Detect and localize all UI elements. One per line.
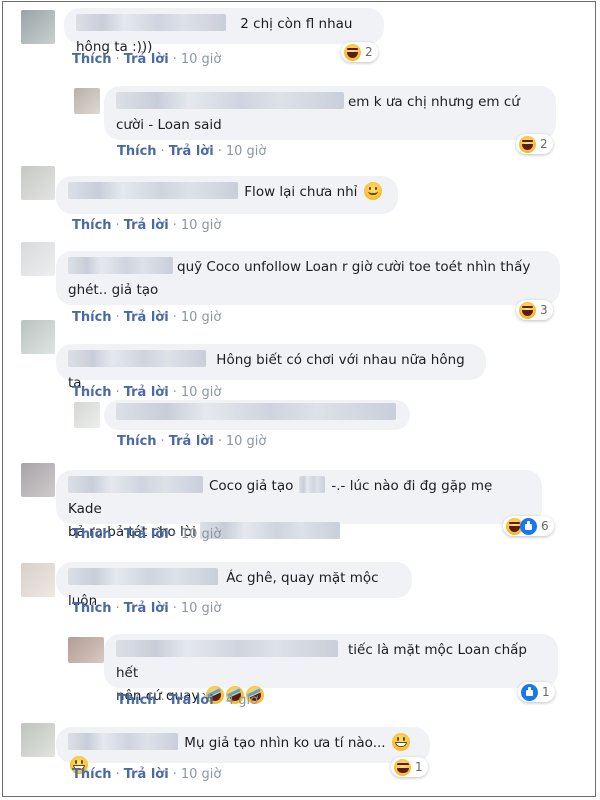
redacted-username xyxy=(116,92,344,109)
comment-text-line1: quỹ Coco unfollow Loan r giờ cười toe to… xyxy=(177,259,531,275)
reaction-count: 6 xyxy=(541,519,549,533)
like-link[interactable]: Thích xyxy=(117,434,157,449)
comment-bubble: Hông biết có chơi với nhau nữa hông ta xyxy=(56,344,486,391)
redacted-text xyxy=(299,476,326,493)
avatar[interactable] xyxy=(21,723,55,757)
reply-link[interactable]: Trả lời xyxy=(124,527,169,542)
comment-bubble: Ác ghê, quay mặt mộc luôn xyxy=(56,562,412,609)
comment-bubble: quỹ Coco unfollow Loan r giờ cười toe to… xyxy=(56,251,560,305)
avatar[interactable] xyxy=(74,402,100,428)
haha-icon xyxy=(344,43,361,61)
haha-icon xyxy=(394,758,411,776)
like-link[interactable]: Thích xyxy=(72,310,112,325)
comment-text-line2: ghét.. giả tạo xyxy=(68,282,159,298)
timestamp[interactable]: 10 giờ xyxy=(181,385,222,400)
reply-link[interactable]: Trả lời xyxy=(124,218,169,233)
avatar[interactable] xyxy=(21,320,55,354)
comment-bubble: Coco giả tạo -.- lúc nào đi đg gặp mẹ Kad… xyxy=(56,470,542,540)
comment-text: Mụ giả tạo nhìn ko ưa tí nào... xyxy=(184,735,386,751)
avatar[interactable] xyxy=(21,563,55,597)
like-link[interactable]: Thích xyxy=(72,601,112,616)
reaction-summary[interactable]: 2 xyxy=(341,42,378,62)
reaction-summary[interactable]: 1 xyxy=(518,682,555,702)
redacted-username xyxy=(68,182,238,199)
reply-link[interactable]: Trả lời xyxy=(124,310,169,325)
comment-text-line1: Coco giả tạo xyxy=(209,478,294,494)
comment-bubble: Mụ giả tạo nhìn ko ưa tí nào... xyxy=(56,727,430,774)
comment-actions: Thích · Trả lời · 10 giờ xyxy=(72,310,222,325)
comment-text-line1: em k ưa chị nhưng em cứ xyxy=(348,94,520,110)
reaction-count: 3 xyxy=(540,303,548,317)
reply-link[interactable]: Trả lời xyxy=(124,767,169,782)
reply-link[interactable]: Trả lời xyxy=(124,52,169,67)
smiling-face-icon xyxy=(363,182,382,200)
grinning-face-icon xyxy=(391,733,410,751)
timestamp[interactable]: 10 giờ xyxy=(226,434,267,449)
redacted-username xyxy=(68,568,218,585)
comment-actions: Thích · Trả lời · 10 giờ xyxy=(72,52,222,67)
redacted-comment xyxy=(116,403,396,420)
comment-bubble: tiếc là mặt mộc Loan chấp hết nên cứ qua… xyxy=(104,634,558,707)
timestamp[interactable]: 10 giờ xyxy=(181,601,222,616)
like-link[interactable]: Thích xyxy=(72,385,112,400)
haha-icon xyxy=(519,301,536,319)
redacted-username xyxy=(116,640,338,657)
comment-bubble: em k ưa chị nhưng em cứ cười - Loan said xyxy=(104,86,556,140)
reaction-summary[interactable]: 3 xyxy=(516,300,553,320)
reaction-count: 1 xyxy=(542,685,550,699)
redacted-username xyxy=(68,476,203,493)
reaction-summary[interactable]: 6 xyxy=(503,516,554,536)
comment-bubble: Flow lại chưa nhỉ xyxy=(56,176,398,214)
comment-actions: Thích · Trả lời · 10 giờ xyxy=(117,144,267,159)
like-link[interactable]: Thích xyxy=(72,527,112,542)
redacted-username xyxy=(68,257,173,274)
like-link[interactable]: Thích xyxy=(117,693,157,708)
timestamp[interactable]: 10 giờ xyxy=(181,767,222,782)
reaction-count: 2 xyxy=(540,137,548,151)
comment-actions: Thích · Trả lời · 10 giờ xyxy=(72,601,222,616)
reply-link[interactable]: Trả lời xyxy=(169,434,214,449)
like-link[interactable]: Thích xyxy=(72,218,112,233)
like-icon xyxy=(521,683,538,701)
avatar[interactable] xyxy=(68,637,104,663)
comment-text-line2: cười - Loan said xyxy=(116,117,222,133)
comment-bubble: 2 chị còn fl nhau hông ta :))) xyxy=(64,8,384,55)
reaction-count: 2 xyxy=(365,45,373,59)
avatar[interactable] xyxy=(21,242,55,276)
avatar[interactable] xyxy=(21,166,55,200)
like-link[interactable]: Thích xyxy=(117,144,157,159)
timestamp[interactable]: 10 giờ xyxy=(181,218,222,233)
like-link[interactable]: Thích xyxy=(72,52,112,67)
comment-actions: Thích · Trả lời · 10 giờ xyxy=(72,767,222,782)
comment-text: Flow lại chưa nhỉ xyxy=(244,184,358,200)
reply-link[interactable]: Trả lời xyxy=(124,601,169,616)
avatar[interactable] xyxy=(74,88,100,114)
redacted-username xyxy=(68,733,178,750)
reply-link[interactable]: Trả lời xyxy=(169,693,214,708)
timestamp[interactable]: 10 giờ xyxy=(181,52,222,67)
reaction-summary[interactable]: 1 xyxy=(391,757,428,777)
comment-actions: Thích · Trả lời · 10 giờ xyxy=(72,527,222,542)
comment-actions: Thích · Trả lời · 4 giờ xyxy=(117,693,259,708)
reaction-summary[interactable]: 2 xyxy=(516,134,553,154)
avatar[interactable] xyxy=(21,10,55,44)
timestamp[interactable]: 10 giờ xyxy=(226,144,267,159)
comment-actions: Thích · Trả lời · 10 giờ xyxy=(72,385,222,400)
like-link[interactable]: Thích xyxy=(72,767,112,782)
like-icon xyxy=(520,517,537,535)
timestamp[interactable]: 10 giờ xyxy=(181,527,222,542)
timestamp[interactable]: 4 giờ xyxy=(226,693,258,708)
comment-bubble xyxy=(104,400,410,430)
reaction-count: 1 xyxy=(415,760,423,774)
comment-actions: Thích · Trả lời · 10 giờ xyxy=(72,218,222,233)
redacted-username xyxy=(76,14,226,31)
timestamp[interactable]: 10 giờ xyxy=(181,310,222,325)
redacted-username xyxy=(68,350,206,367)
haha-icon xyxy=(519,135,536,153)
comment-actions: Thích · Trả lời · 10 giờ xyxy=(117,434,267,449)
reply-link[interactable]: Trả lời xyxy=(124,385,169,400)
avatar[interactable] xyxy=(21,463,55,497)
reply-link[interactable]: Trả lời xyxy=(169,144,214,159)
